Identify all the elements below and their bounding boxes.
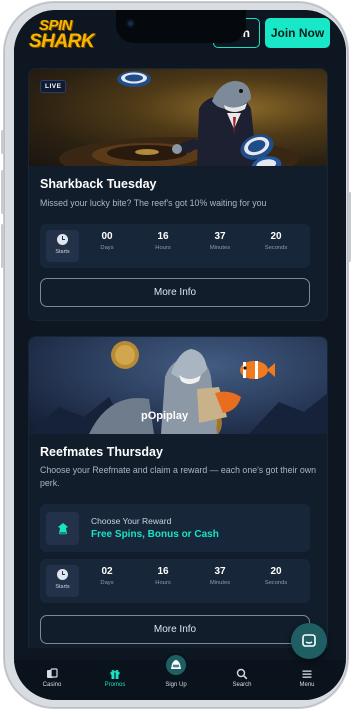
more-info-button[interactable]: More Info <box>40 615 310 644</box>
countdown-value: 00 <box>101 231 113 242</box>
countdown-unit-label: Minutes <box>209 245 231 251</box>
shark-badge-icon <box>46 512 79 545</box>
phone-volume-up-button <box>1 170 4 214</box>
promo-title: Sharkback Tuesday <box>40 177 157 191</box>
cards-icon <box>27 668 77 680</box>
promo-title: Reefmates Thursday <box>40 445 163 459</box>
nav-label: Promos <box>104 682 126 688</box>
countdown-minutes: 37 Minutes <box>195 231 245 251</box>
nav-search[interactable]: Search <box>217 668 267 688</box>
countdown-unit-label: Days <box>100 245 114 251</box>
front-camera <box>126 19 135 28</box>
nav-label: Casino <box>42 682 62 688</box>
live-chat-button[interactable] <box>291 623 327 659</box>
join-now-button[interactable]: Join Now <box>265 18 330 48</box>
nav-label: Menu <box>299 682 315 688</box>
countdown-value: 16 <box>157 566 169 577</box>
countdown-seconds: 20 Seconds <box>251 566 301 586</box>
countdown-unit-label: Seconds <box>264 580 288 586</box>
promo-banner-image: LIVE <box>29 69 327 166</box>
countdown-minutes: 37 Minutes <box>195 566 245 586</box>
phone-side-button <box>1 130 4 154</box>
nav-label: Sign Up <box>165 682 187 688</box>
starts-badge: Starts <box>46 565 79 597</box>
nav-menu[interactable]: Menu <box>282 668 332 688</box>
starts-badge: Starts <box>46 230 79 262</box>
countdown-days: 00 Days <box>82 231 132 251</box>
countdown-unit-label: Hours <box>155 580 171 586</box>
countdown-unit-label: Minutes <box>209 580 231 586</box>
countdown-unit-label: Hours <box>155 245 171 251</box>
starts-label: Starts <box>55 249 70 255</box>
countdown-timer: Starts 00 Days 16 Hours 37 Minutes 20 Se… <box>40 224 310 268</box>
countdown-value: 37 <box>214 231 226 242</box>
promo-card-reefmates-thursday: pOpiplay Reefmates Thursday Choose your … <box>28 336 328 648</box>
promo-banner-image: pOpiplay <box>29 337 327 434</box>
chat-icon <box>302 634 316 647</box>
countdown-value: 20 <box>270 231 282 242</box>
gift-icon <box>90 668 140 680</box>
live-badge: LIVE <box>40 80 67 93</box>
clock-icon <box>57 234 68 245</box>
promo-card-sharkback-tuesday: LIVE Sharkback Tuesday Missed your lucky… <box>28 68 328 321</box>
countdown-unit-label: Days <box>100 580 114 586</box>
promo-description: Missed your lucky bite? The reef's got 1… <box>40 198 267 208</box>
countdown-value: 02 <box>101 566 113 577</box>
more-info-button[interactable]: More Info <box>40 278 310 307</box>
bottom-navigation: Casino Promos Sign Up Search Menu <box>14 653 346 700</box>
countdown-hours: 16 Hours <box>138 231 188 251</box>
countdown-days: 02 Days <box>82 566 132 586</box>
nav-promos[interactable]: Promos <box>90 668 140 688</box>
reward-value: Free Spins, Bonus or Cash <box>91 529 219 540</box>
popiplay-logo: pOpiplay <box>141 410 189 422</box>
phone-volume-down-button <box>1 224 4 268</box>
countdown-unit-label: Seconds <box>264 245 288 251</box>
nav-casino[interactable]: Casino <box>27 668 77 688</box>
logo-line-2: SHARK <box>29 31 95 52</box>
spin-shark-logo[interactable]: SPIN SHARK <box>29 17 95 52</box>
countdown-value: 20 <box>270 566 282 577</box>
clock-icon <box>57 569 68 580</box>
nav-sign-up[interactable]: Sign Up <box>151 668 201 688</box>
promotions-list[interactable]: LIVE Sharkback Tuesday Missed your lucky… <box>14 58 346 648</box>
countdown-seconds: 20 Seconds <box>251 231 301 251</box>
phone-power-button <box>348 192 351 262</box>
search-icon <box>217 668 267 680</box>
reward-label: Choose Your Reward <box>91 516 172 526</box>
notch <box>116 10 246 43</box>
countdown-timer: Starts 02 Days 16 Hours 37 Minutes 20 Se… <box>40 559 310 603</box>
countdown-hours: 16 Hours <box>138 566 188 586</box>
menu-icon <box>282 668 332 680</box>
countdown-value: 16 <box>157 231 169 242</box>
countdown-value: 37 <box>214 566 226 577</box>
screen: SPIN SHARK In Join Now LIVE Sharkback Tu… <box>14 10 346 700</box>
phone-frame: SPIN SHARK In Join Now LIVE Sharkback Tu… <box>1 2 351 708</box>
promo-description: Choose your Reefmate and claim a reward … <box>40 465 316 488</box>
starts-label: Starts <box>55 584 70 590</box>
shark-roulette-illustration <box>59 71 299 166</box>
shark-clownfish-illustration: pOpiplay <box>29 341 327 434</box>
nav-label: Search <box>232 682 252 688</box>
reward-box: Choose Your Reward Free Spins, Bonus or … <box>40 504 310 552</box>
